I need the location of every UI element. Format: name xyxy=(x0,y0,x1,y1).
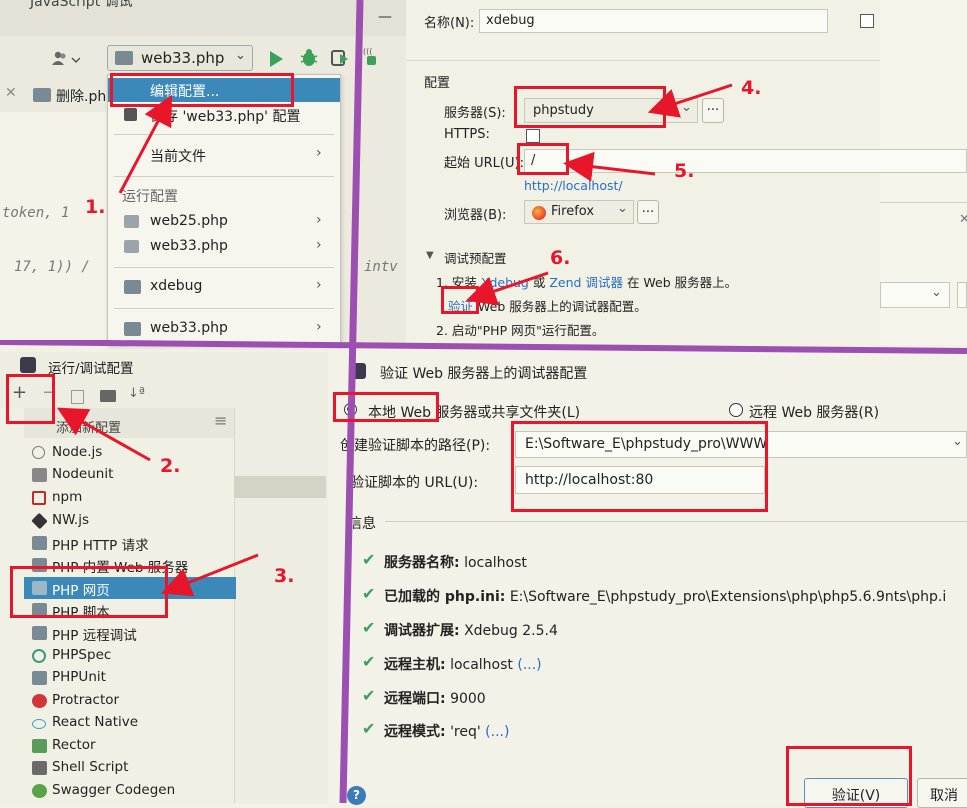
annotation-number: 1. xyxy=(85,196,106,218)
annotation-number: 6. xyxy=(550,247,571,269)
annotation-number: 4. xyxy=(741,77,762,99)
annotation-number: 5. xyxy=(674,160,695,182)
annotation-arrows xyxy=(56,83,733,597)
annotation-number: 2. xyxy=(160,455,181,477)
annotation-number: 3. xyxy=(274,565,295,587)
